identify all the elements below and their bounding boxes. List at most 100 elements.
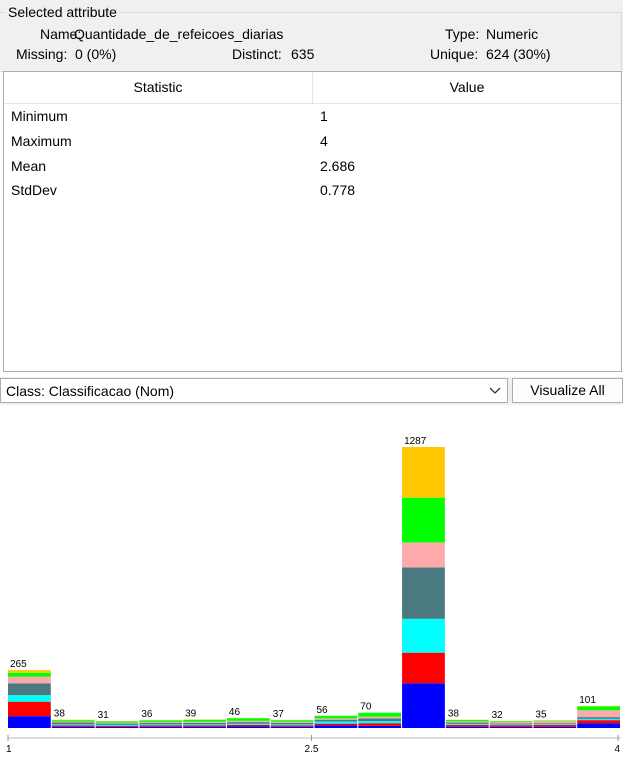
- stat-value: 4: [320, 129, 328, 154]
- histogram-bar-segment: [8, 716, 51, 728]
- distinct-value: 635: [291, 46, 314, 62]
- histogram-bar-segment: [183, 722, 226, 723]
- histogram-bar-segment: [139, 727, 182, 728]
- statistics-table[interactable]: Statistic Value Minimum 1 Maximum 4 Mean…: [3, 71, 622, 372]
- histogram-bar-segment: [183, 724, 226, 725]
- histogram-bar-segment: [315, 721, 358, 723]
- histogram-bar-segment: [52, 724, 95, 725]
- histogram-bar: [8, 670, 51, 728]
- table-row[interactable]: Maximum 4: [4, 129, 621, 154]
- histogram-bar-segment: [533, 727, 576, 728]
- histogram-bar-segment: [358, 723, 401, 726]
- statistics-table-header: Statistic Value: [4, 72, 621, 104]
- bar-count-label: 39: [185, 708, 197, 719]
- histogram-bar-segment: [577, 719, 620, 720]
- histogram-bar: [315, 716, 358, 728]
- histogram-bar: [358, 713, 401, 728]
- class-selector-bar: Class: Classificacao (Nom) Visualize All: [0, 377, 623, 405]
- column-header-value[interactable]: Value: [313, 72, 621, 103]
- histogram-bar-segment: [52, 720, 95, 721]
- histogram-bar-segment: [446, 725, 489, 727]
- bar-count-label: 265: [10, 659, 27, 670]
- x-tick-label: 2.5: [305, 744, 319, 755]
- histogram-bar-segment: [402, 653, 445, 684]
- histogram-bar-segment: [358, 721, 401, 723]
- histogram-bar-segment: [402, 447, 445, 498]
- histogram-bar-segment: [8, 702, 51, 716]
- histogram-bar-segment: [271, 720, 314, 722]
- histogram-bar: [577, 706, 620, 728]
- histogram-bar-segment: [271, 725, 314, 726]
- bar-count-label: 70: [360, 702, 372, 713]
- stat-name: Mean: [11, 154, 46, 179]
- histogram-bar-segment: [227, 726, 270, 728]
- histogram-bar-segment: [96, 721, 139, 722]
- histogram-bar-segment: [8, 677, 51, 684]
- bar-count-label: 56: [317, 705, 329, 716]
- table-row[interactable]: StdDev 0.778: [4, 178, 621, 203]
- histogram-bar: [139, 720, 182, 728]
- histogram-bar-segment: [315, 720, 358, 722]
- histogram-bar: [490, 721, 533, 728]
- histogram-bar: [227, 718, 270, 728]
- histogram-bar-segment: [183, 727, 226, 728]
- histogram-bar-segment: [139, 720, 182, 722]
- histogram-bar-segment: [139, 725, 182, 726]
- histogram-bar-segment: [227, 724, 270, 725]
- column-header-statistic[interactable]: Statistic: [4, 72, 312, 103]
- histogram-bar-segment: [490, 724, 533, 725]
- histogram-bar-segment: [533, 724, 576, 725]
- histogram-bar-segment: [8, 683, 51, 695]
- histogram-bar-segment: [183, 723, 226, 725]
- stat-name: Minimum: [11, 104, 68, 129]
- histogram-bar-segment: [358, 717, 401, 719]
- table-row[interactable]: Mean 2.686: [4, 154, 621, 179]
- histogram-bar-segment: [96, 723, 139, 724]
- stat-name: StdDev: [11, 178, 57, 203]
- table-row[interactable]: Minimum 1: [4, 104, 621, 129]
- stat-value: 0.778: [320, 178, 355, 203]
- histogram-bar-segment: [446, 724, 489, 725]
- histogram-bar-segment: [227, 721, 270, 722]
- histogram-bar-segment: [271, 727, 314, 728]
- bar-count-label: 31: [98, 710, 110, 721]
- histogram-bar: [446, 720, 489, 728]
- histogram-bar-segment: [533, 723, 576, 724]
- stat-value: 2.686: [320, 154, 355, 179]
- bar-count-label: 32: [492, 710, 504, 721]
- histogram-bar-segment: [446, 723, 489, 724]
- histogram-bar-segment: [183, 725, 226, 726]
- visualize-all-button[interactable]: Visualize All: [512, 378, 623, 403]
- histogram-bar-segment: [315, 718, 358, 719]
- histogram-bar: [96, 721, 139, 728]
- histogram-bar-segment: [490, 727, 533, 728]
- selected-attribute-title: Selected attribute: [6, 4, 119, 20]
- histogram-bar-segment: [577, 706, 620, 710]
- bar-count-label: 46: [229, 707, 241, 718]
- chevron-down-icon[interactable]: [487, 382, 503, 398]
- histogram-chart: 2653831363946375670128738323510112.54: [0, 405, 623, 755]
- class-attribute-dropdown[interactable]: Class: Classificacao (Nom): [0, 378, 508, 403]
- histogram-bar-segment: [139, 723, 182, 724]
- histogram-bar-segment: [446, 721, 489, 722]
- histogram-bar-segment: [533, 721, 576, 722]
- histogram-bar-segment: [446, 727, 489, 728]
- selected-attribute-group: [0, 12, 622, 72]
- histogram-bar-segment: [8, 673, 51, 677]
- histogram-bar-segment: [533, 721, 576, 723]
- histogram-bar-segment: [577, 717, 620, 719]
- histogram-bar-segment: [533, 725, 576, 727]
- histogram-bar-segment: [577, 720, 620, 723]
- histogram-bar-segment: [402, 568, 445, 619]
- histogram-bar-segment: [139, 724, 182, 725]
- histogram-bar-segment: [96, 727, 139, 728]
- histogram-bar-segment: [52, 727, 95, 728]
- histogram-bar-segment: [577, 710, 620, 717]
- histogram-bar-segment: [402, 683, 445, 728]
- histogram-bar-segment: [358, 713, 401, 717]
- stat-name: Maximum: [11, 129, 72, 154]
- x-tick-label: 1: [6, 744, 12, 755]
- type-label: Type:: [445, 26, 479, 42]
- histogram-bar: [183, 719, 226, 728]
- histogram-bar-segment: [402, 498, 445, 543]
